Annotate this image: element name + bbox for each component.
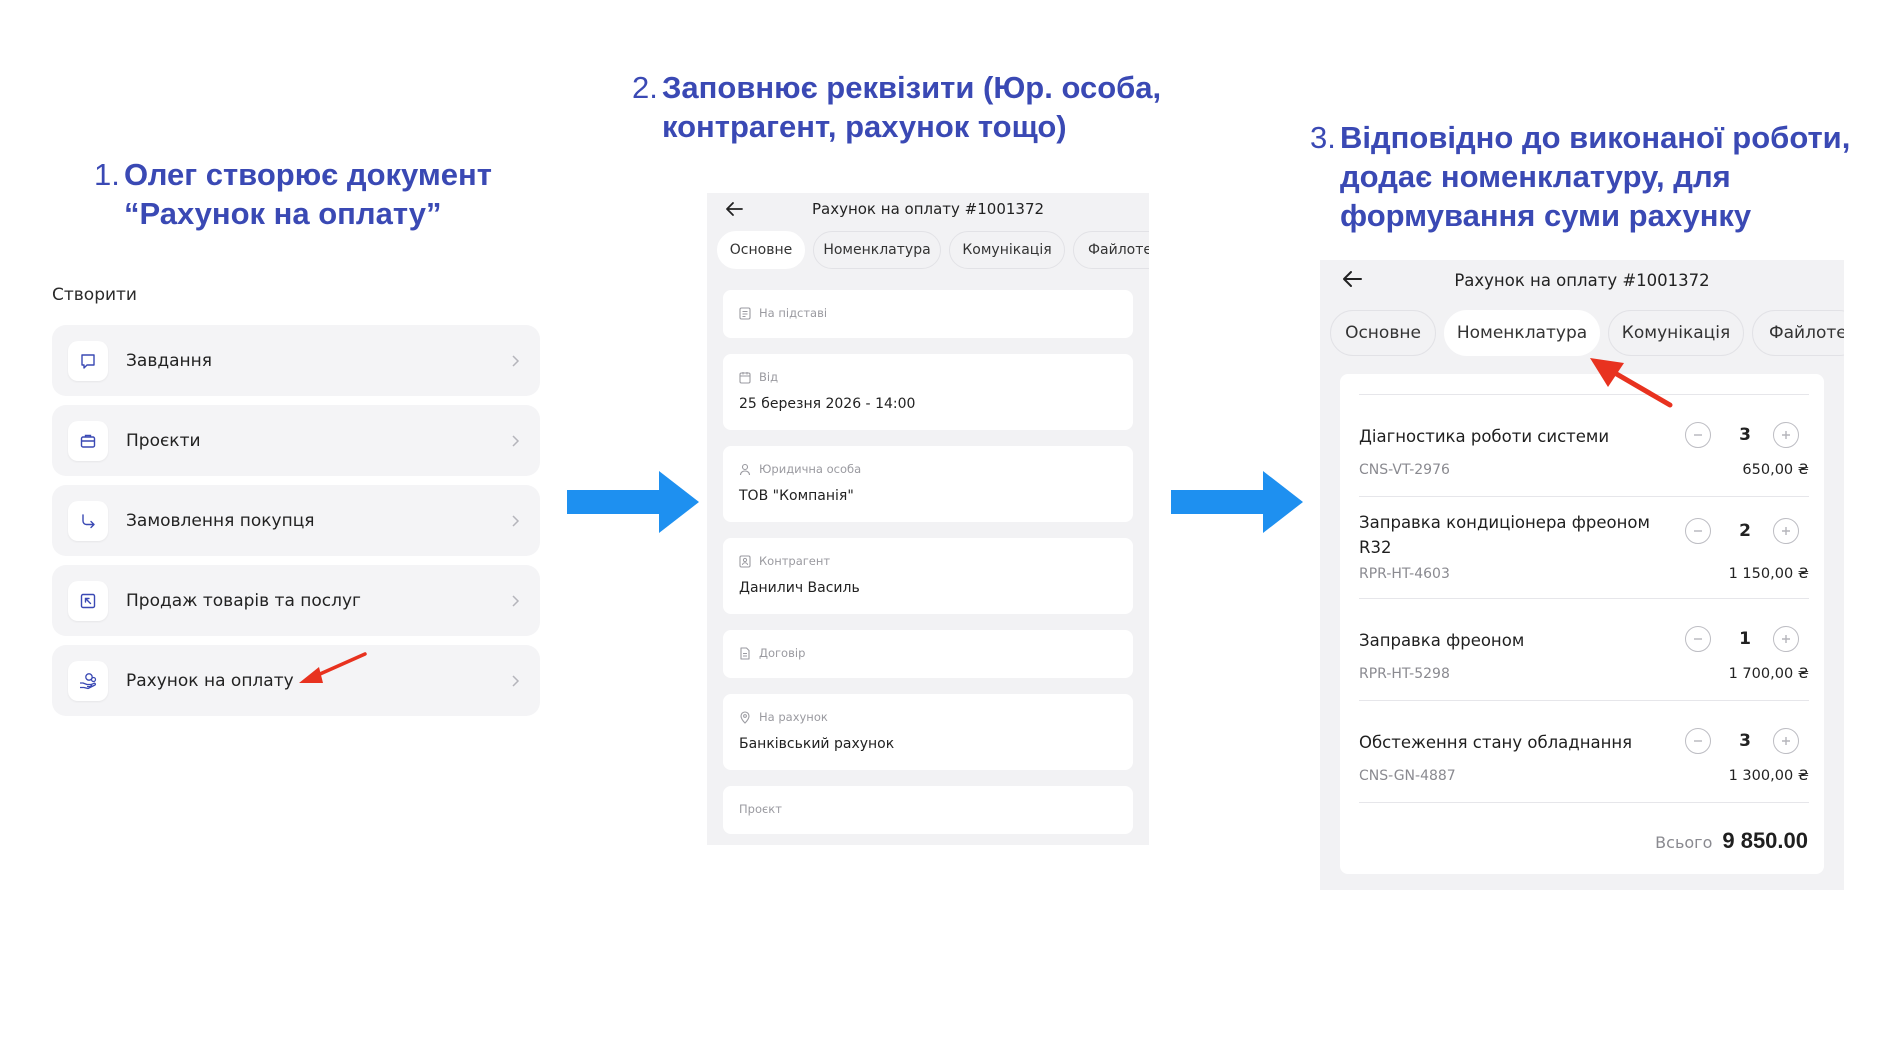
basis-field[interactable]: На підставі	[723, 290, 1133, 338]
quantity-stepper: 3	[1685, 422, 1805, 448]
tab-communication[interactable]: Комунікація	[1608, 310, 1744, 356]
invoice-hand-icon	[68, 660, 108, 701]
date-field[interactable]: Від 25 березня 2026 - 14:00	[723, 354, 1133, 430]
contact-card-icon	[739, 554, 751, 568]
nomenclature-item[interactable]: Заправка кондиціонера фреоном R32 2 RPR-…	[1359, 510, 1809, 582]
invoice-form-screen: Рахунок на оплату #1001372 Основне Номен…	[707, 193, 1149, 845]
document-icon	[740, 646, 750, 660]
total-label: Всього	[1655, 833, 1713, 852]
item-code: CNS-VT-2976	[1359, 462, 1450, 478]
invoice-title: Рахунок на оплату #1001372	[1454, 271, 1710, 290]
annotation-arrow	[299, 652, 367, 683]
divider	[1359, 496, 1809, 497]
plus-button[interactable]	[1773, 626, 1799, 652]
create-item-task[interactable]: Завдання	[52, 325, 540, 396]
chevron-right-icon	[512, 514, 520, 527]
document-icon	[739, 306, 751, 320]
nomenclature-item[interactable]: Діагностика роботи системи 3 CNS-VT-2976…	[1359, 422, 1809, 492]
tab-main[interactable]: Основне	[717, 231, 805, 269]
item-price: 1 300,00 ₴	[1728, 768, 1809, 784]
divider	[1359, 394, 1809, 395]
plus-button[interactable]	[1773, 728, 1799, 754]
sale-icon	[68, 580, 108, 621]
divider	[1359, 598, 1809, 599]
chevron-right-icon	[512, 674, 520, 687]
divider	[1359, 700, 1809, 701]
create-label: Створити	[52, 285, 137, 305]
chevron-right-icon	[512, 354, 520, 367]
contract-field[interactable]: Договір	[723, 630, 1133, 678]
total-value: 9 850.00	[1722, 828, 1808, 853]
nomenclature-item[interactable]: Обстеження стану обладнання 3 CNS-GN-488…	[1359, 728, 1809, 798]
minus-button[interactable]	[1685, 626, 1711, 652]
legal-entity-value: ТОВ "Компанія"	[739, 488, 854, 504]
plus-button[interactable]	[1773, 422, 1799, 448]
invoice-header: Рахунок на оплату #1001372	[1320, 260, 1844, 304]
account-field[interactable]: На рахунок Банківський рахунок	[723, 694, 1133, 770]
step-2-title: 2. Заповнює реквізити (Юр. особа, контра…	[632, 70, 1162, 144]
tab-nomenclature[interactable]: Номенклатура	[813, 231, 941, 269]
flow-arrow-1	[567, 471, 699, 533]
create-item-sales[interactable]: Продаж товарів та послуг	[52, 565, 540, 636]
arrow-turn-icon	[68, 500, 108, 541]
person-icon	[739, 463, 751, 475]
tab-bar: Основне Номенклатура Комунікація Файлоте	[1320, 310, 1844, 366]
minus-button[interactable]	[1685, 422, 1711, 448]
tab-bar: Основне Номенклатура Комунікація Файлоте	[707, 231, 1149, 277]
item-code: RPR-HT-4603	[1359, 566, 1450, 582]
contractor-value: Данилич Василь	[739, 580, 860, 596]
quantity-value: 3	[1739, 425, 1751, 445]
create-item-projects[interactable]: Проєкти	[52, 405, 540, 476]
location-pin-icon	[740, 710, 750, 724]
item-code: CNS-GN-4887	[1359, 768, 1456, 784]
item-code: RPR-HT-5298	[1359, 666, 1450, 682]
tab-nomenclature[interactable]: Номенклатура	[1444, 310, 1600, 356]
step-1-title: 1. Олег створює документ “Рахунок на опл…	[94, 157, 492, 231]
quantity-stepper: 1	[1685, 626, 1805, 652]
quantity-stepper: 2	[1685, 518, 1805, 544]
flow-arrow-2	[1171, 471, 1303, 533]
legal-entity-field[interactable]: Юридична особа ТОВ "Компанія"	[723, 446, 1133, 522]
invoice-title: Рахунок на оплату #1001372	[811, 200, 1045, 218]
quantity-value: 1	[1739, 629, 1751, 649]
annotation-arrow	[1590, 358, 1673, 408]
quantity-value: 3	[1739, 731, 1751, 751]
chevron-right-icon	[512, 594, 520, 607]
nomenclature-list: Діагностика роботи системи 3 CNS-VT-2976…	[1340, 374, 1824, 874]
invoice-header: Рахунок на оплату #1001372	[707, 193, 1149, 231]
item-price: 1 700,00 ₴	[1728, 666, 1809, 682]
quantity-value: 2	[1739, 521, 1751, 541]
date-value: 25 березня 2026 - 14:00	[739, 396, 916, 412]
quantity-stepper: 3	[1685, 728, 1805, 754]
tab-files[interactable]: Файлоте	[1073, 231, 1149, 269]
item-price: 1 150,00 ₴	[1728, 566, 1809, 582]
calendar-icon	[739, 371, 751, 384]
create-item-customer-order[interactable]: Замовлення покупця	[52, 485, 540, 556]
minus-button[interactable]	[1685, 518, 1711, 544]
minus-button[interactable]	[1685, 728, 1711, 754]
tab-main[interactable]: Основне	[1330, 310, 1436, 356]
account-value: Банківський рахунок	[739, 736, 895, 752]
step-3-title: 3. Відповідно до виконаної роботи, додає…	[1310, 120, 1851, 233]
briefcase-icon	[68, 420, 108, 461]
nomenclature-item[interactable]: Заправка фреоном 1 RPR-HT-5298 1 700,00 …	[1359, 626, 1809, 696]
chevron-right-icon	[512, 434, 520, 447]
project-field[interactable]: Проєкт	[723, 786, 1133, 834]
tab-communication[interactable]: Комунікація	[949, 231, 1065, 269]
divider	[1359, 802, 1809, 803]
task-icon	[68, 340, 108, 381]
invoice-total: Всього 9 850.00	[1655, 828, 1808, 854]
item-price: 650,00 ₴	[1742, 462, 1809, 478]
tab-files[interactable]: Файлоте	[1752, 310, 1844, 356]
invoice-nomenclature-screen: Рахунок на оплату #1001372 Основне Номен…	[1320, 260, 1844, 890]
plus-button[interactable]	[1773, 518, 1799, 544]
contractor-field[interactable]: Контрагент Данилич Василь	[723, 538, 1133, 614]
